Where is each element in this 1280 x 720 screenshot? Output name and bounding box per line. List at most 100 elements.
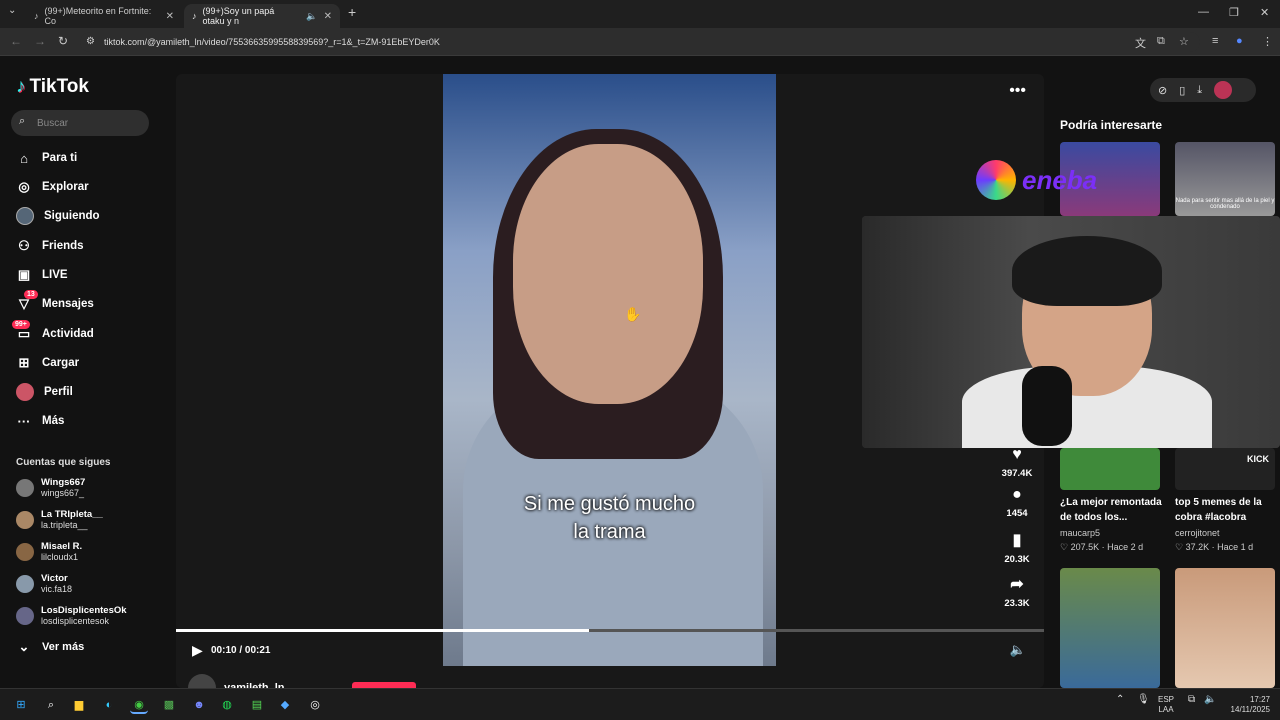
search-placeholder: Buscar — [37, 117, 69, 129]
following-handle: vic.fa18 — [41, 584, 73, 594]
nav-perfil[interactable]: Perfil — [16, 382, 73, 402]
language-indicator[interactable]: ESP LAA — [1158, 695, 1174, 715]
share-count: 23.3K — [1004, 598, 1030, 609]
recommended-author[interactable]: maucarp5 — [1060, 528, 1100, 538]
recommended-thumb-2[interactable]: Nada para sentir mas allá de la piel y c… — [1175, 142, 1275, 216]
mic-tray-icon[interactable]: 🎙 — [1137, 695, 1150, 705]
tiktok-note-icon: ♪ — [16, 76, 26, 97]
bookmark-star-icon[interactable]: ☆ — [1179, 35, 1189, 48]
forward-icon[interactable]: → — [34, 34, 46, 48]
download-icon[interactable]: ⤓ — [1197, 84, 1202, 97]
browser-menu-icon[interactable]: ⋮ — [1262, 35, 1273, 48]
following-name: Misael R. — [41, 541, 83, 552]
translate-icon[interactable]: 文 — [1135, 35, 1146, 51]
install-app-icon[interactable]: ⧉ — [1157, 35, 1165, 48]
recommended-thumb-3[interactable] — [1060, 448, 1160, 490]
browser-tab-1[interactable]: ♪ (99+)Meteorito en Fortnite: Co ✕ — [26, 4, 182, 28]
tab-search-icon[interactable]: ⌄ — [8, 5, 16, 16]
chrome-icon[interactable]: ◉ — [130, 696, 148, 714]
clock[interactable]: 17:27 14/11/2025 — [1226, 695, 1270, 715]
activity-icon: ▭ 99+ — [12, 320, 32, 342]
reload-icon[interactable]: ↻ — [58, 34, 68, 48]
search-icon[interactable]: ⌕ — [42, 696, 60, 714]
video-frame[interactable]: Si me gustó mucho la trama — [443, 74, 776, 666]
network-icon[interactable]: ⧉ — [1188, 695, 1195, 705]
more-options-icon[interactable]: ••• — [1009, 82, 1026, 100]
following-item[interactable]: Wings667 wings667_ — [16, 475, 85, 501]
tiktok-page: ♪ TikTok ⌕ Buscar ⌂ Para ti ◎ Explorar Sig… — [0, 56, 1280, 702]
play-icon[interactable]: ▶ — [192, 642, 203, 659]
following-section-title: Cuentas que sigues — [16, 457, 111, 468]
recommended-thumb-5[interactable] — [1060, 568, 1160, 688]
spotify-icon[interactable]: ◍ — [218, 696, 236, 714]
recommended-caption[interactable]: top 5 memes de la cobra #lacobra — [1175, 495, 1280, 525]
file-explorer-icon[interactable]: ▆ — [70, 696, 88, 714]
phone-app-icon[interactable]: ▯ — [1179, 84, 1185, 97]
following-item[interactable]: Misael R. lilcloudx1 — [16, 539, 82, 565]
edge-icon[interactable]: ◐ — [100, 696, 118, 714]
volume-tray-icon[interactable]: 🔈 — [1204, 695, 1216, 705]
nav-para-ti[interactable]: ⌂ Para ti — [16, 148, 77, 168]
clock-date: 14/11/2025 — [1230, 705, 1270, 714]
minimize-button[interactable]: — — [1198, 6, 1209, 18]
game-app-icon[interactable]: ▤ — [248, 696, 266, 714]
discord-icon[interactable]: ☻ — [190, 696, 208, 714]
friends-icon: ⚇ — [18, 238, 30, 253]
comment-button[interactable]: ● 1454 — [994, 486, 1040, 519]
nav-siguiendo[interactable]: Siguiendo — [16, 206, 100, 226]
video-subject-face — [513, 144, 703, 404]
user-avatar[interactable] — [1214, 81, 1233, 99]
recommended-caption[interactable]: ¿La mejor remontada de todos los... — [1060, 495, 1170, 525]
recommended-author[interactable]: cerrojitonet — [1175, 528, 1220, 538]
activity-badge: 99+ — [12, 320, 30, 329]
progress-bar[interactable] — [176, 629, 1044, 632]
recommended-thumb-4[interactable]: KICK — [1175, 448, 1275, 490]
nav-cargar[interactable]: ⊞ Cargar — [16, 353, 80, 373]
volume-icon[interactable]: 🔈 — [1010, 642, 1026, 658]
share-button[interactable]: ➦ 23.3K — [994, 574, 1040, 609]
nav-explorar[interactable]: ◎ Explorar — [16, 177, 88, 197]
coins-icon[interactable]: ⊘ — [1158, 84, 1167, 97]
obs-icon[interactable]: ◎ — [306, 696, 324, 714]
new-tab-button[interactable]: + — [348, 4, 356, 20]
profile-avatar-icon[interactable]: ● — [1236, 35, 1243, 47]
mouse-cursor-icon: ✋ — [624, 306, 642, 322]
see-more-button[interactable]: ⌄ Ver más — [16, 637, 85, 657]
close-window-button[interactable]: ✕ — [1260, 6, 1269, 19]
tab-list-icon[interactable]: ≡ — [1212, 35, 1218, 47]
address-bar[interactable]: ⚙ tiktok.com/@yamileth_ln/video/75536635… — [80, 32, 1200, 52]
close-tab-icon[interactable]: ✕ — [166, 11, 174, 22]
minecraft-icon[interactable]: ▩ — [160, 696, 178, 714]
close-tab-icon[interactable]: ✕ — [324, 11, 332, 22]
following-item[interactable]: La TRIpleta__ la.tripleta__ — [16, 507, 103, 533]
browser-tab-2[interactable]: ♪ (99+)Soy un papá otaku y n 🔈 ✕ — [184, 4, 340, 28]
nav-live[interactable]: ▣ LIVE — [16, 265, 68, 285]
share-icon: ➦ — [1010, 576, 1024, 593]
tiktok-logo[interactable]: ♪ TikTok — [16, 76, 89, 98]
following-handle: lilcloudx1 — [41, 552, 79, 562]
clock-time: 17:27 — [1249, 695, 1270, 704]
like-button[interactable]: ♥ 397.4K — [994, 446, 1040, 479]
restore-button[interactable]: ❐ — [1229, 6, 1239, 19]
windows-start-icon[interactable]: ⊞ — [12, 696, 30, 714]
search-input[interactable]: ⌕ Buscar — [11, 110, 149, 136]
audio-icon[interactable]: 🔈 — [306, 11, 317, 22]
site-info-icon[interactable]: ⚙ — [86, 36, 95, 47]
microphone-icon — [1022, 366, 1072, 446]
back-icon[interactable]: ← — [10, 34, 22, 48]
post-age: Hace 2 d — [1107, 542, 1144, 552]
nav-mensajes[interactable]: ▽ 13 Mensajes — [16, 290, 94, 314]
url-text: tiktok.com/@yamileth_ln/video/7553663599… — [104, 37, 440, 47]
following-item[interactable]: Victor vic.fa18 — [16, 571, 72, 597]
bookmark-button[interactable]: ▮ 20.3K — [994, 530, 1040, 565]
recommended-thumb-6[interactable] — [1175, 568, 1275, 688]
following-item[interactable]: LosDisplicentesOk losdisplicentesok — [16, 603, 127, 629]
nav-mas[interactable]: ··· Más — [16, 411, 65, 431]
tray-overflow-icon[interactable]: ⌃ — [1116, 695, 1124, 705]
home-icon: ⌂ — [20, 150, 28, 166]
app-icon[interactable]: ◆ — [276, 696, 294, 714]
nav-actividad[interactable]: ▭ 99+ Actividad — [12, 320, 94, 344]
nav-friends[interactable]: ⚇ Friends — [16, 236, 83, 256]
nav-label: Mensajes — [42, 298, 94, 310]
browser-toolbar: ← → ↻ ⚙ tiktok.com/@yamileth_ln/video/75… — [0, 28, 1280, 56]
